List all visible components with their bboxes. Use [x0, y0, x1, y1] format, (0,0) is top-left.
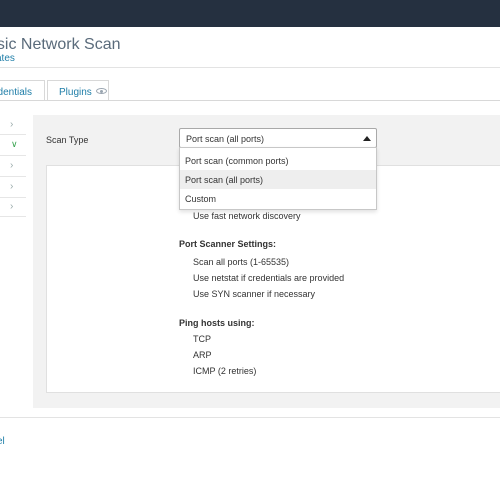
footer-divider: [0, 417, 500, 418]
sidebar-divider: [0, 155, 26, 156]
chevron-right-icon[interactable]: ›: [10, 181, 13, 192]
tabs-divider: [0, 100, 500, 101]
ping-hosts-heading: Ping hosts using:: [179, 318, 255, 328]
ping-item: ARP: [193, 350, 212, 360]
option-common-ports[interactable]: Port scan (common ports): [180, 151, 376, 170]
scan-type-select[interactable]: Port scan (all ports): [179, 128, 377, 148]
sidebar-divider: [0, 197, 26, 198]
tab-plugins-label: Plugins: [59, 87, 92, 98]
chevron-right-icon[interactable]: ›: [10, 201, 13, 212]
sidebar-divider: [0, 176, 26, 177]
caret-up-icon: [363, 136, 371, 141]
option-custom[interactable]: Custom: [180, 189, 376, 208]
port-scanner-item: Use netstat if credentials are provided: [193, 273, 345, 283]
port-scanner-heading: Port Scanner Settings:: [179, 239, 277, 249]
ping-item: ICMP (2 retries): [193, 366, 257, 376]
cancel-link[interactable]: cel: [0, 436, 5, 447]
port-scanner-item: Use SYN scanner if necessary: [193, 289, 316, 299]
discovery-item: Use fast network discovery: [193, 211, 301, 221]
chevron-right-icon[interactable]: ›: [10, 119, 13, 130]
tab-credentials-label: edentials: [0, 87, 33, 98]
chevron-down-icon[interactable]: ∨: [11, 139, 18, 150]
scan-type-select-value: Port scan (all ports): [186, 134, 265, 144]
scan-type-dropdown: Port scan (common ports) Port scan (all …: [179, 147, 377, 210]
ping-item: TCP: [193, 334, 211, 344]
tab-plugins[interactable]: Plugins: [47, 80, 109, 101]
eye-icon: [95, 88, 107, 95]
port-scanner-item: Scan all ports (1-65535): [193, 257, 290, 267]
back-link[interactable]: ates: [0, 53, 15, 64]
scan-type-label: Scan Type: [46, 135, 89, 145]
sidebar-divider: [0, 216, 26, 217]
sidebar-divider: [0, 134, 26, 135]
top-navigation-bar: [0, 0, 500, 27]
page-title: asic Network Scan: [0, 36, 121, 53]
tab-credentials[interactable]: edentials: [0, 80, 45, 101]
header-divider: [0, 67, 500, 68]
option-all-ports[interactable]: Port scan (all ports): [180, 170, 376, 189]
chevron-right-icon[interactable]: ›: [10, 160, 13, 171]
